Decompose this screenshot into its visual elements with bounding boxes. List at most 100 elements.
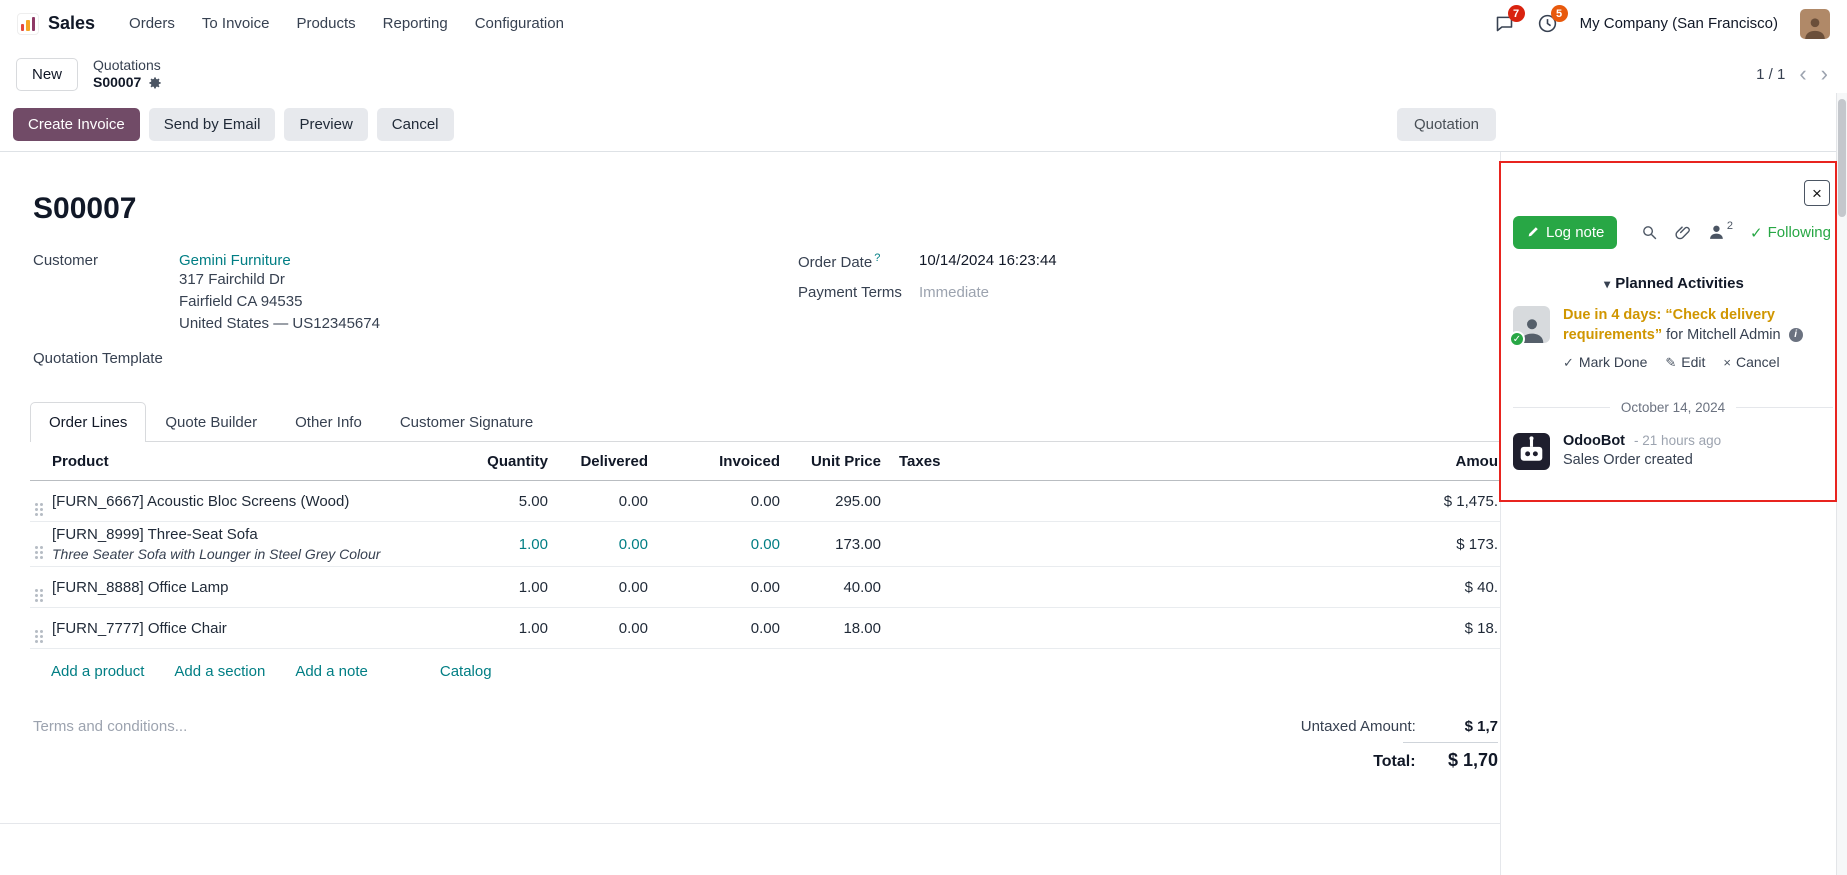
table-header-row: Product Quantity Delivered Invoiced Unit… [30, 442, 1500, 481]
app-brand[interactable]: Sales [48, 13, 95, 34]
company-switcher[interactable]: My Company (San Francisco) [1580, 15, 1778, 32]
create-invoice-button[interactable]: Create Invoice [13, 108, 140, 141]
invoiced-cell[interactable]: 0.00 [648, 616, 780, 641]
menu-products[interactable]: Products [296, 15, 355, 32]
tab-order-lines[interactable]: Order Lines [30, 402, 146, 442]
drag-handle-icon[interactable] [35, 546, 38, 549]
add-product-link[interactable]: Add a product [51, 663, 144, 680]
log-note-button[interactable]: Log note [1513, 216, 1617, 249]
preview-button[interactable]: Preview [284, 108, 367, 141]
header-product[interactable]: Product [52, 449, 428, 474]
message-author[interactable]: OdooBot [1563, 433, 1625, 449]
close-chatter-button[interactable]: × [1804, 180, 1830, 206]
cancel-activity-button[interactable]: × Cancel [1723, 353, 1779, 372]
customer-link[interactable]: Gemini Furniture [179, 252, 291, 269]
menu-configuration[interactable]: Configuration [475, 15, 564, 32]
table-row[interactable]: [FURN_6667] Acoustic Bloc Screens (Wood)… [30, 481, 1500, 522]
product-name[interactable]: [FURN_8888] Office Lamp [52, 575, 428, 600]
messages-menu-button[interactable]: 7 [1494, 13, 1515, 34]
amount-cell: $ 18. [1021, 616, 1500, 641]
activities-menu-button[interactable]: 5 [1537, 13, 1558, 34]
pager-next-icon[interactable]: › [1821, 63, 1828, 85]
product-name[interactable]: [FURN_8999] Three-Seat Sofa [52, 526, 428, 543]
send-by-email-button[interactable]: Send by Email [149, 108, 276, 141]
new-button[interactable]: New [16, 58, 78, 91]
followers-icon[interactable]: 2 [1709, 224, 1733, 241]
tab-other-info[interactable]: Other Info [276, 402, 381, 442]
edit-activity-button[interactable]: ✎ Edit [1665, 353, 1705, 372]
table-row[interactable]: [FURN_8888] Office Lamp 1.00 0.00 0.00 4… [30, 567, 1500, 608]
delivered-cell[interactable]: 0.00 [548, 489, 648, 514]
gear-icon[interactable] [148, 76, 162, 90]
taxes-cell[interactable] [881, 497, 1021, 505]
info-icon[interactable]: i [1789, 328, 1803, 342]
status-quotation-button[interactable]: Quotation [1397, 108, 1496, 141]
drag-handle-icon[interactable] [35, 589, 38, 592]
taxes-cell[interactable] [881, 583, 1021, 591]
add-section-link[interactable]: Add a section [174, 663, 265, 680]
activity-assignee-avatar[interactable]: ✓ [1513, 306, 1550, 343]
header-delivered[interactable]: Delivered [548, 449, 648, 474]
planned-activities-header[interactable]: ▾Planned Activities [1501, 275, 1847, 292]
vertical-scrollbar[interactable] [1836, 93, 1847, 875]
scrollbar-thumb[interactable] [1838, 99, 1846, 217]
terms-and-conditions-input[interactable]: Terms and conditions... [33, 718, 187, 775]
top-navbar: Sales Orders To Invoice Products Reporti… [0, 0, 1847, 47]
following-button[interactable]: ✓ Following [1750, 224, 1831, 242]
attachment-paperclip-icon[interactable] [1675, 224, 1692, 241]
order-date-value[interactable]: 10/14/2024 16:23:44 [919, 252, 1057, 271]
quantity-cell[interactable]: 1.00 [428, 532, 548, 557]
amount-cell: $ 40. [1021, 575, 1500, 600]
payment-terms-value[interactable]: Immediate [919, 284, 989, 301]
quantity-cell[interactable]: 1.00 [428, 575, 548, 600]
product-description[interactable]: Three Seater Sofa with Lounger in Steel … [52, 546, 428, 562]
table-row[interactable]: [FURN_7777] Office Chair 1.00 0.00 0.00 … [30, 608, 1500, 649]
menu-to-invoice[interactable]: To Invoice [202, 15, 270, 32]
invoiced-cell[interactable]: 0.00 [648, 575, 780, 600]
help-icon[interactable]: ? [874, 252, 880, 264]
menu-orders[interactable]: Orders [129, 15, 175, 32]
add-note-link[interactable]: Add a note [295, 663, 368, 680]
delivered-cell[interactable]: 0.00 [548, 616, 648, 641]
odoobot-avatar[interactable] [1513, 433, 1550, 470]
cancel-button[interactable]: Cancel [377, 108, 454, 141]
header-unit-price[interactable]: Unit Price [780, 449, 881, 474]
sales-app-icon[interactable] [17, 13, 39, 35]
tab-customer-signature[interactable]: Customer Signature [381, 402, 552, 442]
invoiced-cell[interactable]: 0.00 [648, 532, 780, 557]
left-field-column: Customer Gemini Furniture 317 Fairchild … [33, 252, 798, 367]
search-messages-icon[interactable] [1641, 224, 1658, 241]
quantity-cell[interactable]: 1.00 [428, 616, 548, 641]
table-row[interactable]: [FURN_8999] Three-Seat Sofa Three Seater… [30, 522, 1500, 567]
header-invoiced[interactable]: Invoiced [648, 449, 780, 474]
menu-reporting[interactable]: Reporting [383, 15, 448, 32]
quantity-cell[interactable]: 5.00 [428, 489, 548, 514]
product-name[interactable]: [FURN_6667] Acoustic Bloc Screens (Wood) [52, 489, 428, 514]
unit-price-cell[interactable]: 18.00 [780, 616, 881, 641]
pager-previous-icon[interactable]: ‹ [1799, 63, 1806, 85]
tab-quote-builder[interactable]: Quote Builder [146, 402, 276, 442]
unit-price-cell[interactable]: 40.00 [780, 575, 881, 600]
user-avatar[interactable] [1800, 9, 1830, 39]
mark-done-button[interactable]: ✓ Mark Done [1563, 353, 1647, 372]
drag-handle-icon[interactable] [35, 630, 38, 633]
drag-handle-icon[interactable] [35, 503, 38, 506]
product-name[interactable]: [FURN_7777] Office Chair [52, 616, 428, 641]
address-line-1: 317 Fairchild Dr [179, 269, 380, 291]
taxes-cell[interactable] [881, 624, 1021, 632]
catalog-link[interactable]: Catalog [440, 663, 492, 680]
header-amount[interactable]: Amou [1021, 449, 1500, 474]
followers-count: 2 [1727, 220, 1733, 232]
breadcrumb-quotations[interactable]: Quotations [93, 57, 162, 75]
untaxed-amount-value: $ 1,7 [1420, 718, 1498, 735]
delivered-cell[interactable]: 0.00 [548, 575, 648, 600]
unit-price-cell[interactable]: 295.00 [780, 489, 881, 514]
message-timestamp: - 21 hours ago [1634, 433, 1721, 448]
taxes-cell[interactable] [881, 540, 1021, 548]
unit-price-cell[interactable]: 173.00 [780, 532, 881, 557]
delivered-cell[interactable]: 0.00 [548, 532, 648, 557]
total-label: Total: [1373, 753, 1415, 770]
header-taxes[interactable]: Taxes [881, 449, 1021, 474]
header-quantity[interactable]: Quantity [428, 449, 548, 474]
invoiced-cell[interactable]: 0.00 [648, 489, 780, 514]
